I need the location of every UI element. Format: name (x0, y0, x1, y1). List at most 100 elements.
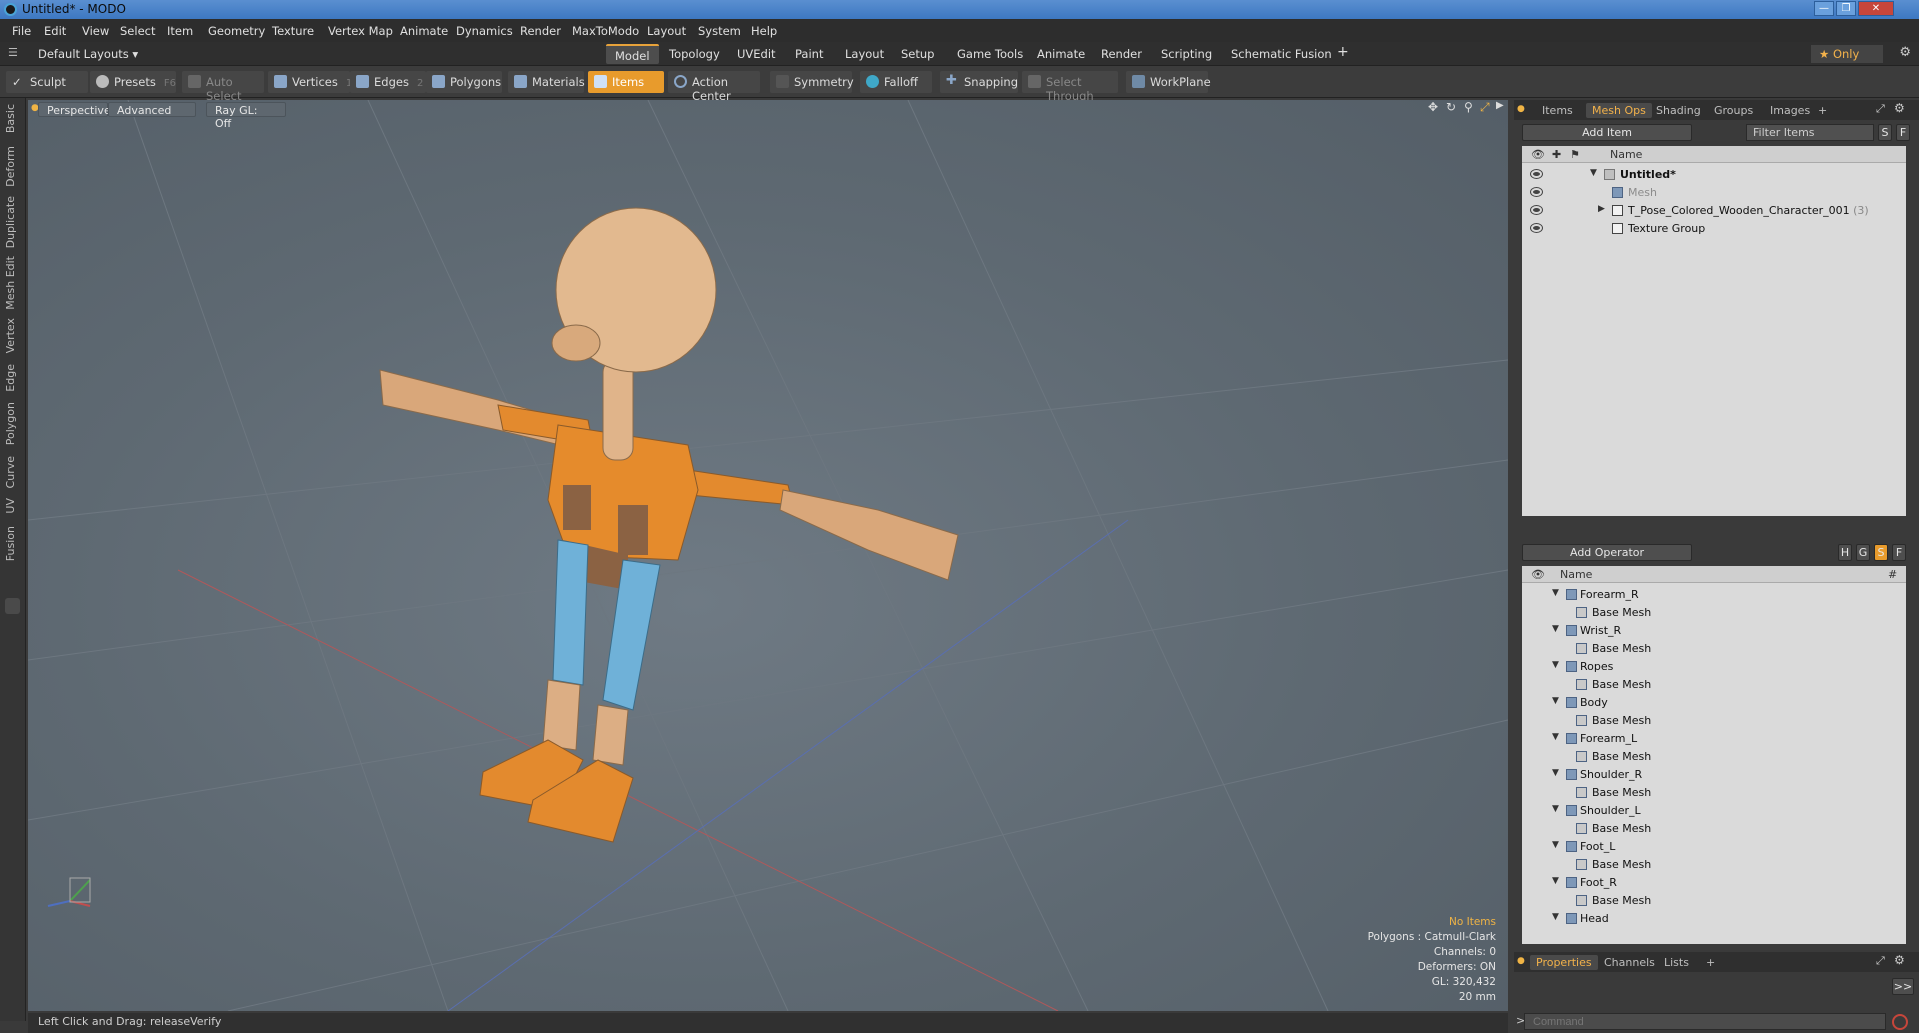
edges-button[interactable]: Edges 2 (350, 71, 426, 93)
flag-h-button[interactable]: H (1838, 544, 1852, 561)
operator-child-row[interactable]: Base Mesh (1522, 748, 1906, 766)
collapse-arrow-icon[interactable]: ▼ (1552, 768, 1559, 778)
left-strip-toggle[interactable] (5, 598, 20, 614)
operator-group-row[interactable]: ▼ Foot_L (1522, 838, 1906, 856)
filter-s-button[interactable]: S (1878, 124, 1892, 141)
tab-model[interactable]: Model (606, 44, 659, 64)
expand-panel-icon[interactable]: ⤢ (1876, 102, 1885, 116)
collapse-arrow-icon[interactable]: ▼ (1552, 732, 1559, 742)
menu-view[interactable]: View (82, 24, 109, 38)
flag-s-button[interactable]: S (1874, 544, 1888, 561)
tree-row-character[interactable]: ▶ T_Pose_Colored_Wooden_Character_001 (3… (1522, 202, 1906, 220)
command-stop-icon[interactable] (1892, 1014, 1908, 1030)
rotate-view-icon[interactable]: ↻ (1446, 100, 1456, 114)
tree-row-mesh[interactable]: Mesh (1522, 184, 1906, 202)
materials-button[interactable]: Materials (508, 71, 585, 93)
view-type-dropdown[interactable]: Perspective (38, 102, 111, 117)
tab-setup[interactable]: Setup (892, 44, 943, 64)
fit-view-icon[interactable]: ⤢ (1480, 100, 1490, 115)
visibility-eye-icon[interactable] (1530, 187, 1543, 197)
tab-images[interactable]: Images (1764, 103, 1816, 118)
operator-group-row[interactable]: ▼ Body (1522, 694, 1906, 712)
operator-child-row[interactable]: Base Mesh (1522, 856, 1906, 874)
menu-texture[interactable]: Texture (272, 24, 314, 38)
flag-g-button[interactable]: G (1856, 544, 1870, 561)
wooden-character-model[interactable] (379, 207, 959, 843)
workplane-button[interactable]: WorkPlane (1126, 71, 1211, 93)
operator-group-row[interactable]: ▼ Wrist_R (1522, 622, 1906, 640)
tab-channels[interactable]: Channels (1598, 955, 1661, 970)
menu-render[interactable]: Render (520, 24, 561, 38)
tab-properties[interactable]: Properties (1530, 955, 1598, 970)
tab-lists[interactable]: Lists (1658, 955, 1695, 970)
left-tab-mesh-edit[interactable]: Mesh Edit (4, 256, 17, 310)
auto-select-button[interactable]: Auto Select (182, 71, 264, 103)
collapse-arrow-icon[interactable]: ▼ (1552, 696, 1559, 706)
left-tab-fusion[interactable]: Fusion (4, 526, 17, 561)
operator-group-row[interactable]: ▼ Head (1522, 910, 1906, 928)
tab-topology[interactable]: Topology (660, 44, 729, 64)
restore-button[interactable]: ❐ (1836, 1, 1856, 16)
symmetry-button[interactable]: Symmetry (770, 71, 854, 93)
snapping-button[interactable]: ✚ Snapping (940, 71, 1018, 93)
operator-child-row[interactable]: Base Mesh (1522, 820, 1906, 838)
panel-options-dot[interactable]: ● (1517, 104, 1525, 114)
menu-vertex-map[interactable]: Vertex Map (328, 24, 393, 38)
panel-gear-icon[interactable]: ⚙ (1894, 953, 1905, 967)
left-tab-curve[interactable]: Curve (4, 456, 17, 488)
tree-row-scene[interactable]: ▼ Untitled* (1522, 166, 1906, 184)
collapse-arrow-icon[interactable]: ▼ (1552, 624, 1559, 634)
operator-child-row[interactable]: Base Mesh (1522, 604, 1906, 622)
panel-options-dot[interactable]: ● (1517, 956, 1525, 966)
filter-items-input[interactable]: Filter Items (1746, 124, 1874, 141)
collapse-arrow-icon[interactable]: ▼ (1552, 588, 1559, 598)
shading-dropdown[interactable]: Advanced (108, 102, 196, 117)
collapse-arrow-icon[interactable]: ▼ (1552, 912, 1559, 922)
name-column-header[interactable]: Name (1610, 148, 1642, 161)
operator-child-row[interactable]: Base Mesh (1522, 892, 1906, 910)
viewport-menu-arrow-icon[interactable]: ▶ (1496, 100, 1504, 111)
collapse-arrow-icon[interactable]: ▼ (1552, 840, 1559, 850)
tab-uvedit[interactable]: UVEdit (728, 44, 785, 64)
operator-group-row[interactable]: ▼ Forearm_L (1522, 730, 1906, 748)
menu-dynamics[interactable]: Dynamics (456, 24, 513, 38)
add-layout-tab-button[interactable]: + (1328, 44, 1358, 64)
left-tab-vertex[interactable]: Vertex (4, 318, 17, 353)
layout-menu-icon[interactable]: ☰ (8, 46, 18, 59)
menu-geometry[interactable]: Geometry (208, 24, 265, 38)
visibility-eye-icon[interactable] (1530, 205, 1543, 215)
action-center-button[interactable]: Action Center (668, 71, 760, 103)
vertices-button[interactable]: Vertices1 (268, 71, 352, 93)
flag-f-button[interactable]: F (1892, 544, 1906, 561)
menu-system[interactable]: System (698, 24, 741, 38)
menu-help[interactable]: Help (751, 24, 777, 38)
add-item-dropdown[interactable]: Add Item (1522, 124, 1692, 141)
close-button[interactable]: ✕ (1858, 1, 1894, 16)
presets-button[interactable]: Presets F6 (90, 71, 176, 93)
visibility-eye-icon[interactable] (1530, 169, 1543, 179)
left-tab-deform[interactable]: Deform (4, 146, 17, 187)
polygons-button[interactable]: Polygons (426, 71, 502, 93)
operator-group-row[interactable]: ▼ Forearm_R (1522, 586, 1906, 604)
expand-arrow-icon[interactable]: ▶ (1598, 204, 1605, 214)
menu-file[interactable]: File (12, 24, 31, 38)
tab-groups[interactable]: Groups (1708, 103, 1759, 118)
default-layouts-dropdown[interactable]: Default Layouts ▾ (38, 47, 138, 61)
tab-items[interactable]: Items (1536, 103, 1579, 118)
command-input[interactable] (1524, 1013, 1886, 1030)
raygl-toggle[interactable]: Ray GL: Off (206, 102, 286, 130)
tree-row-texture-group[interactable]: Texture Group (1522, 220, 1906, 238)
menu-animate[interactable]: Animate (400, 24, 448, 38)
collapse-arrow-icon[interactable]: ▼ (1590, 168, 1597, 178)
gear-icon[interactable]: ⚙ (1899, 45, 1911, 60)
menu-maxtomodo[interactable]: MaxToModo (572, 24, 639, 38)
operator-group-row[interactable]: ▼ Foot_R (1522, 874, 1906, 892)
operator-group-row[interactable]: ▼ Shoulder_L (1522, 802, 1906, 820)
panel-gear-icon[interactable]: ⚙ (1894, 101, 1905, 115)
tab-scripting[interactable]: Scripting (1152, 44, 1221, 64)
expand-panel-icon[interactable]: ⤢ (1876, 954, 1885, 968)
menu-item[interactable]: Item (167, 24, 193, 38)
left-tab-duplicate[interactable]: Duplicate (4, 196, 17, 248)
operator-name-header[interactable]: Name (1560, 568, 1592, 581)
items-button[interactable]: Items (588, 71, 664, 93)
